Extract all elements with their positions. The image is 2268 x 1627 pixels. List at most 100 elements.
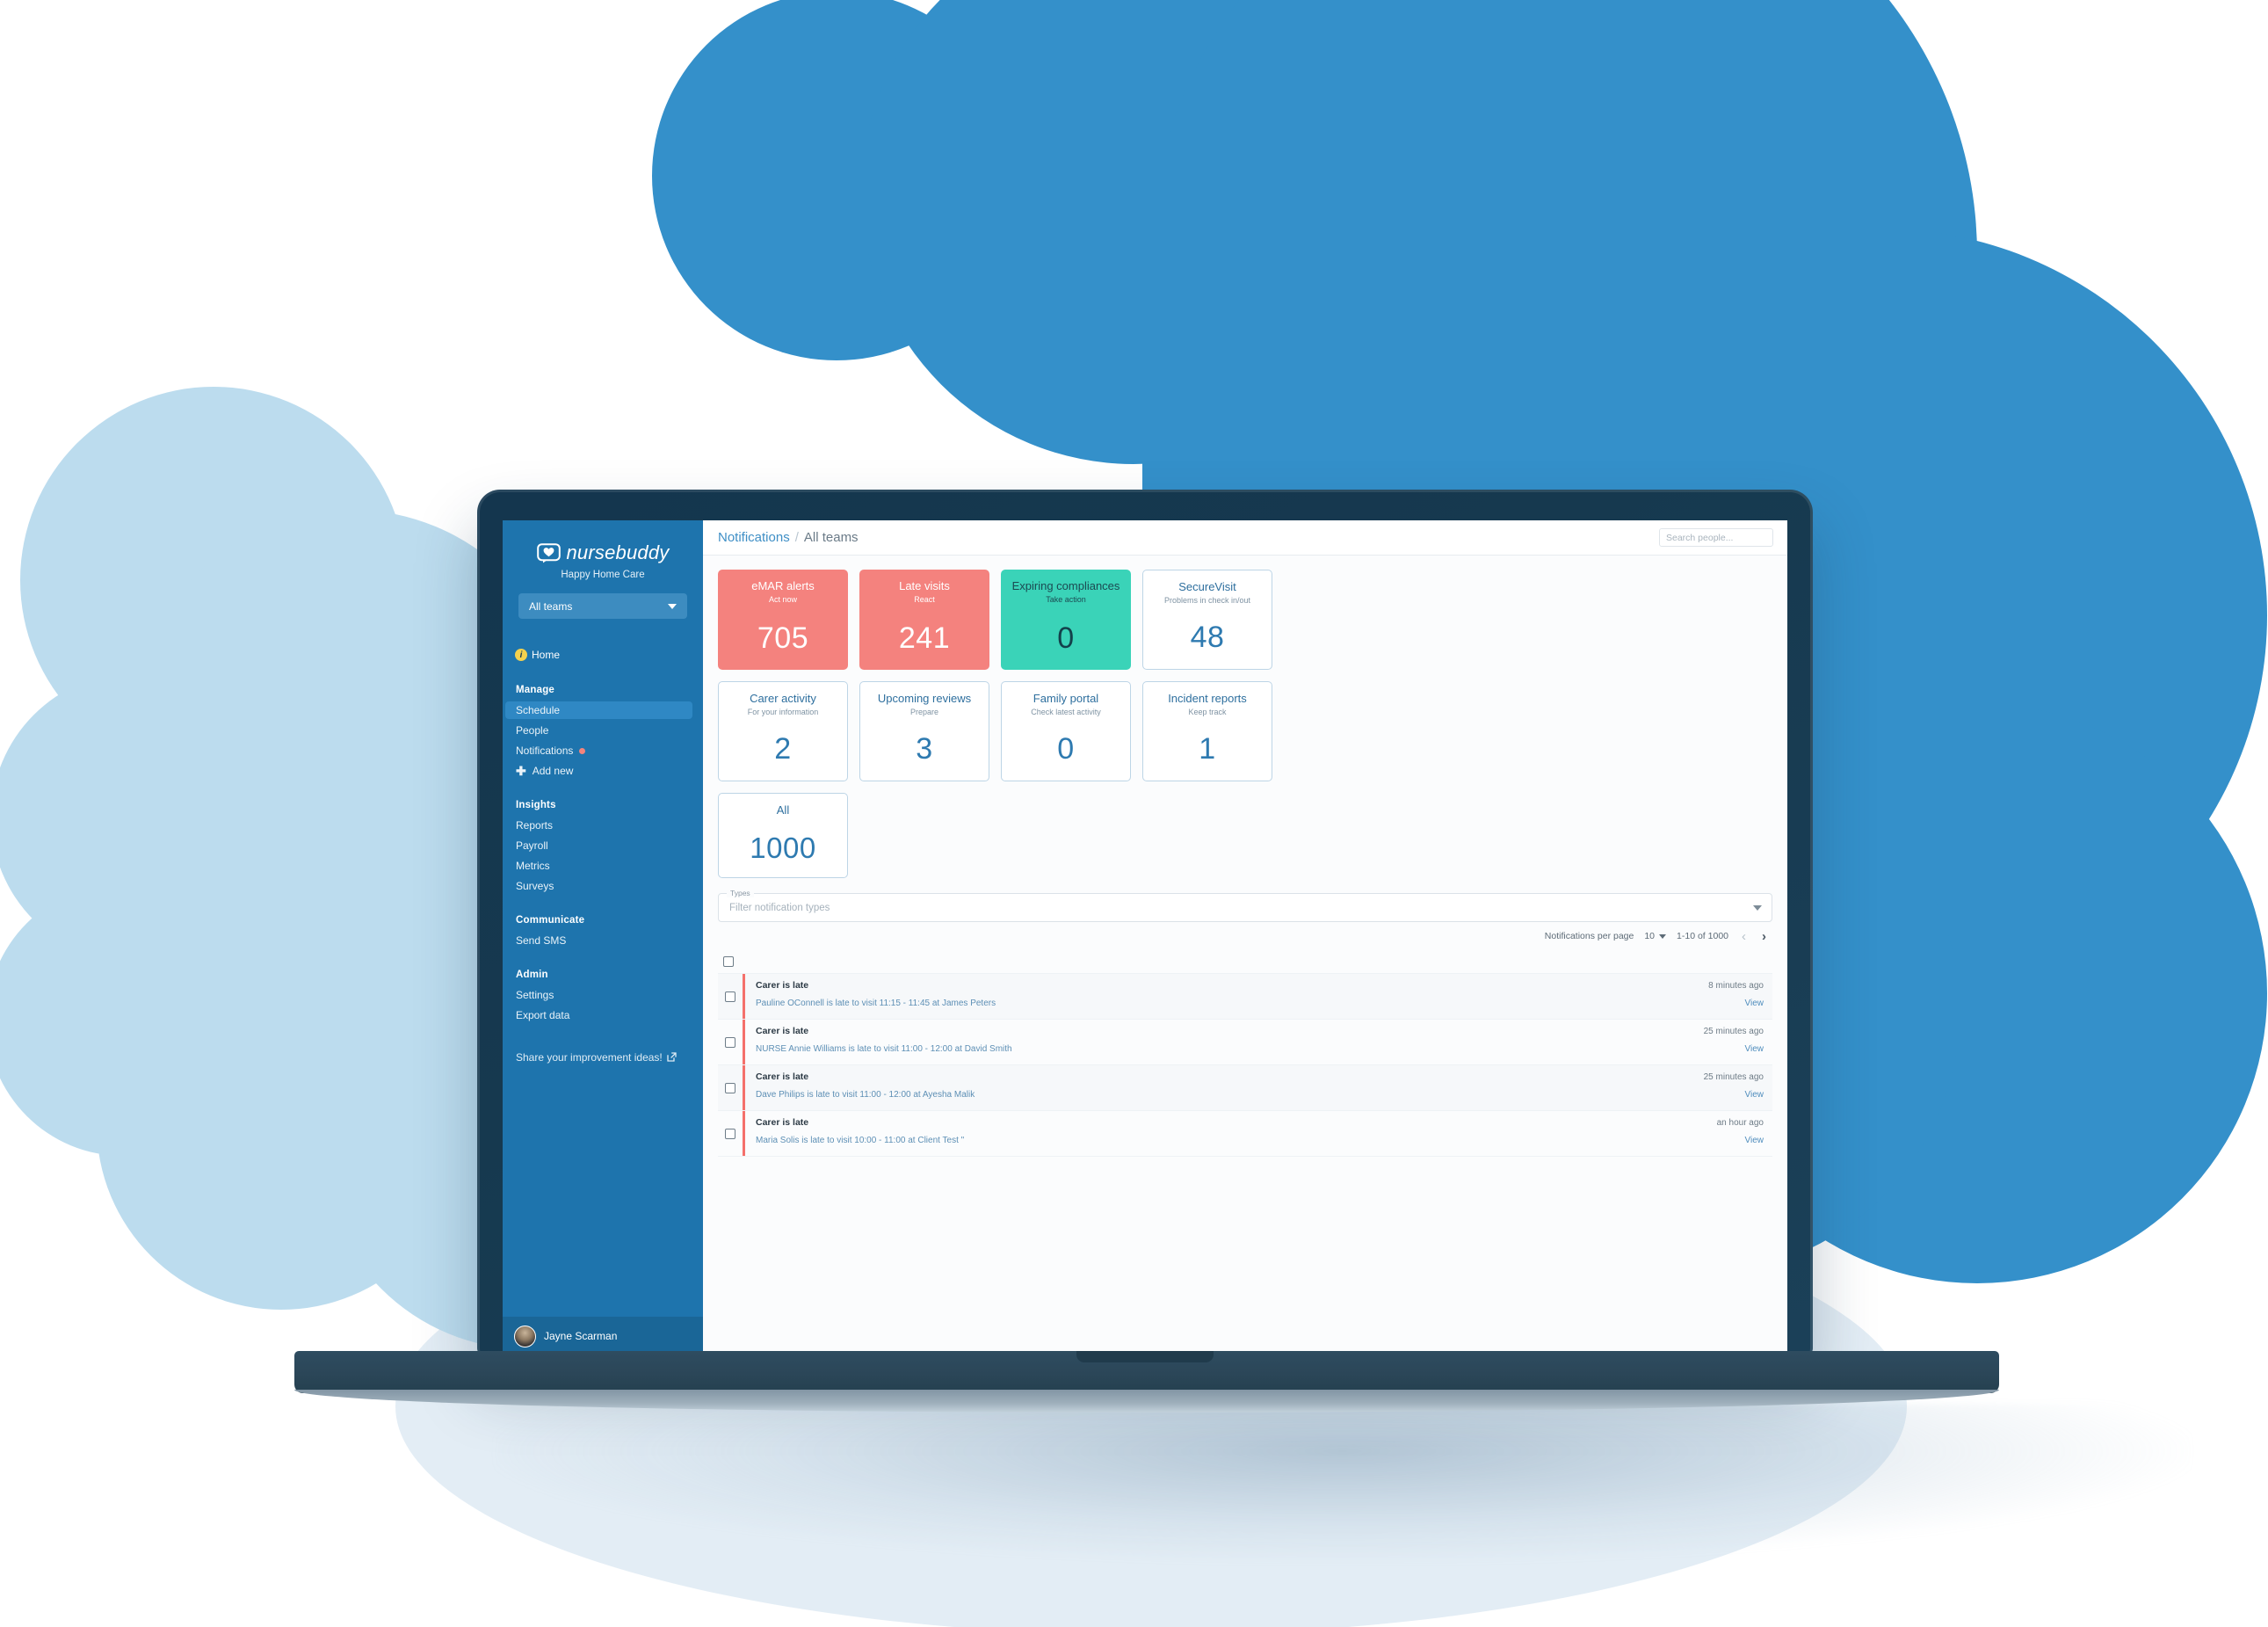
sidebar-item-label: Add new: [532, 765, 574, 777]
kpi-card-late-visits[interactable]: Late visits React 241: [859, 570, 989, 670]
sidebar-item-label: Payroll: [516, 839, 548, 852]
external-link-icon: [667, 1051, 677, 1066]
row-checkbox[interactable]: [725, 1036, 735, 1048]
row-body: Carer is late 25 minutes ago Dave Philip…: [745, 1065, 1772, 1110]
row-view-link[interactable]: View: [1745, 1090, 1764, 1100]
row-header-line: Carer is late 25 minutes ago: [756, 1071, 1764, 1082]
row-view-link[interactable]: View: [1745, 1044, 1764, 1054]
chevron-down-icon: [1753, 904, 1762, 911]
kpi-card-row-1: eMAR alerts Act now 705 Late visits Reac…: [718, 570, 1772, 670]
kpi-value: 2: [774, 732, 792, 766]
kpi-card-securevisit[interactable]: SecureVisit Problems in check in/out 48: [1142, 570, 1272, 670]
kpi-title: Late visits: [899, 579, 950, 592]
share-ideas-label: Share your improvement ideas!: [516, 1051, 663, 1064]
sidebar-item-label: People: [516, 724, 549, 737]
row-detail-line: NURSE Annie Williams is late to visit 11…: [756, 1036, 1764, 1054]
kpi-card-all[interactable]: All 1000: [718, 793, 848, 878]
laptop-shadow: [495, 1404, 2191, 1562]
laptop-base-notch: [1076, 1351, 1214, 1362]
notification-types-filter[interactable]: Types Filter notification types: [718, 889, 1772, 922]
kpi-subtitle: Check latest activity: [1031, 708, 1101, 717]
row-description: Dave Philips is late to visit 11:00 - 12…: [756, 1090, 975, 1100]
topbar: Notifications / All teams Search people.…: [703, 520, 1787, 556]
sidebar-group-heading: Manage: [516, 685, 555, 695]
sidebar-item-label: Metrics: [516, 860, 550, 872]
share-ideas-link[interactable]: Share your improvement ideas!: [503, 1050, 703, 1066]
sidebar-group-manage: Manage Schedule People Notifications ✚ A…: [503, 685, 703, 780]
kpi-card-row-2: Carer activity For your information 2 Up…: [718, 681, 1772, 781]
filter-section: Types Filter notification types: [718, 889, 1772, 922]
kpi-title: Incident reports: [1168, 692, 1247, 705]
kpi-subtitle: React: [914, 595, 935, 605]
kpi-card-carer-activity[interactable]: Carer activity For your information 2: [718, 681, 848, 781]
sidebar-item-schedule[interactable]: Schedule: [505, 701, 692, 719]
kpi-value: 0: [1057, 732, 1075, 766]
kpi-card-emar-alerts[interactable]: eMAR alerts Act now 705: [718, 570, 848, 670]
laptop-screen: nursebuddy Happy Home Care All teams i H…: [503, 520, 1787, 1355]
table-row[interactable]: Carer is late 8 minutes ago Pauline OCon…: [718, 974, 1772, 1020]
sidebar-item-metrics[interactable]: Metrics: [503, 857, 703, 875]
kpi-value: 705: [757, 621, 809, 655]
sidebar-item-add-new[interactable]: ✚ Add new: [503, 762, 703, 780]
team-selector[interactable]: All teams: [518, 593, 687, 619]
sidebar-item-people[interactable]: People: [503, 722, 703, 739]
row-description: Pauline OConnell is late to visit 11:15 …: [756, 999, 996, 1008]
kpi-subtitle: Prepare: [909, 708, 939, 717]
user-profile-name: Jayne Scarman: [544, 1330, 618, 1342]
row-title: Carer is late: [756, 1071, 809, 1082]
row-checkbox[interactable]: [725, 1082, 735, 1093]
kpi-card-incident-reports[interactable]: Incident reports Keep track 1: [1142, 681, 1272, 781]
chevron-left-icon[interactable]: ‹: [1739, 929, 1749, 944]
user-profile[interactable]: Jayne Scarman: [503, 1317, 703, 1355]
kpi-card-upcoming-reviews[interactable]: Upcoming reviews Prepare 3: [859, 681, 989, 781]
row-checkbox-cell: [718, 974, 743, 1019]
table-row[interactable]: Carer is late 25 minutes ago NURSE Annie…: [718, 1020, 1772, 1065]
sidebar-item-surveys[interactable]: Surveys: [503, 877, 703, 895]
row-view-link[interactable]: View: [1745, 1136, 1764, 1145]
row-header-line: Carer is late 25 minutes ago: [756, 1026, 1764, 1036]
sidebar-item-reports[interactable]: Reports: [503, 817, 703, 834]
kpi-value: 241: [898, 621, 951, 655]
sidebar-item-payroll[interactable]: Payroll: [503, 837, 703, 854]
kpi-value: 0: [1057, 621, 1075, 655]
row-body: Carer is late an hour ago Maria Solis is…: [745, 1111, 1772, 1156]
row-description: NURSE Annie Williams is late to visit 11…: [756, 1044, 1012, 1054]
row-checkbox-cell: [718, 1065, 743, 1110]
kpi-value: 1000: [750, 832, 816, 864]
sidebar-nav: i Home Manage Schedule People Notificati…: [503, 645, 703, 1317]
sidebar-group-heading: Insights: [516, 800, 556, 810]
select-all-checkbox[interactable]: [723, 956, 734, 967]
sidebar-item-home[interactable]: i Home: [503, 645, 703, 665]
row-checkbox[interactable]: [725, 1128, 735, 1139]
search-input[interactable]: Search people...: [1659, 528, 1773, 547]
sidebar-item-notifications[interactable]: Notifications: [503, 742, 703, 759]
breadcrumb-root[interactable]: Notifications: [718, 530, 790, 545]
row-detail-line: Pauline OConnell is late to visit 11:15 …: [756, 991, 1764, 1008]
sidebar-item-export-data[interactable]: Export data: [503, 1006, 703, 1024]
kpi-card-family-portal[interactable]: Family portal Check latest activity 0: [1001, 681, 1131, 781]
row-view-link[interactable]: View: [1745, 999, 1764, 1008]
kpi-card-expiring-compliances[interactable]: Expiring compliances Take action 0: [1001, 570, 1131, 670]
chevron-right-icon[interactable]: ›: [1759, 929, 1769, 944]
sidebar-item-settings[interactable]: Settings: [503, 986, 703, 1004]
sidebar-item-send-sms[interactable]: Send SMS: [503, 932, 703, 949]
row-title: Carer is late: [756, 980, 809, 991]
row-checkbox[interactable]: [725, 991, 735, 1002]
row-body: Carer is late 8 minutes ago Pauline OCon…: [745, 974, 1772, 1019]
table-row[interactable]: Carer is late an hour ago Maria Solis is…: [718, 1111, 1772, 1157]
sidebar-item-label: Surveys: [516, 880, 554, 892]
kpi-value: 48: [1190, 621, 1225, 654]
breadcrumb-current: All teams: [803, 530, 859, 545]
breadcrumb: Notifications / All teams: [718, 530, 859, 545]
kpi-title: SecureVisit: [1178, 580, 1236, 593]
kpi-subtitle: Act now: [768, 595, 797, 605]
pagination: Notifications per page 10 1-10 of 1000 ‹…: [718, 922, 1772, 950]
filter-placeholder: Filter notification types: [729, 902, 830, 913]
row-header-line: Carer is late an hour ago: [756, 1117, 1764, 1128]
row-title: Carer is late: [756, 1026, 809, 1036]
table-row[interactable]: Carer is late 25 minutes ago Dave Philip…: [718, 1065, 1772, 1111]
row-timestamp: 25 minutes ago: [1703, 1027, 1764, 1036]
per-page-select[interactable]: 10: [1644, 931, 1667, 941]
kpi-subtitle: For your information: [747, 708, 819, 717]
row-checkbox-cell: [718, 1111, 743, 1156]
